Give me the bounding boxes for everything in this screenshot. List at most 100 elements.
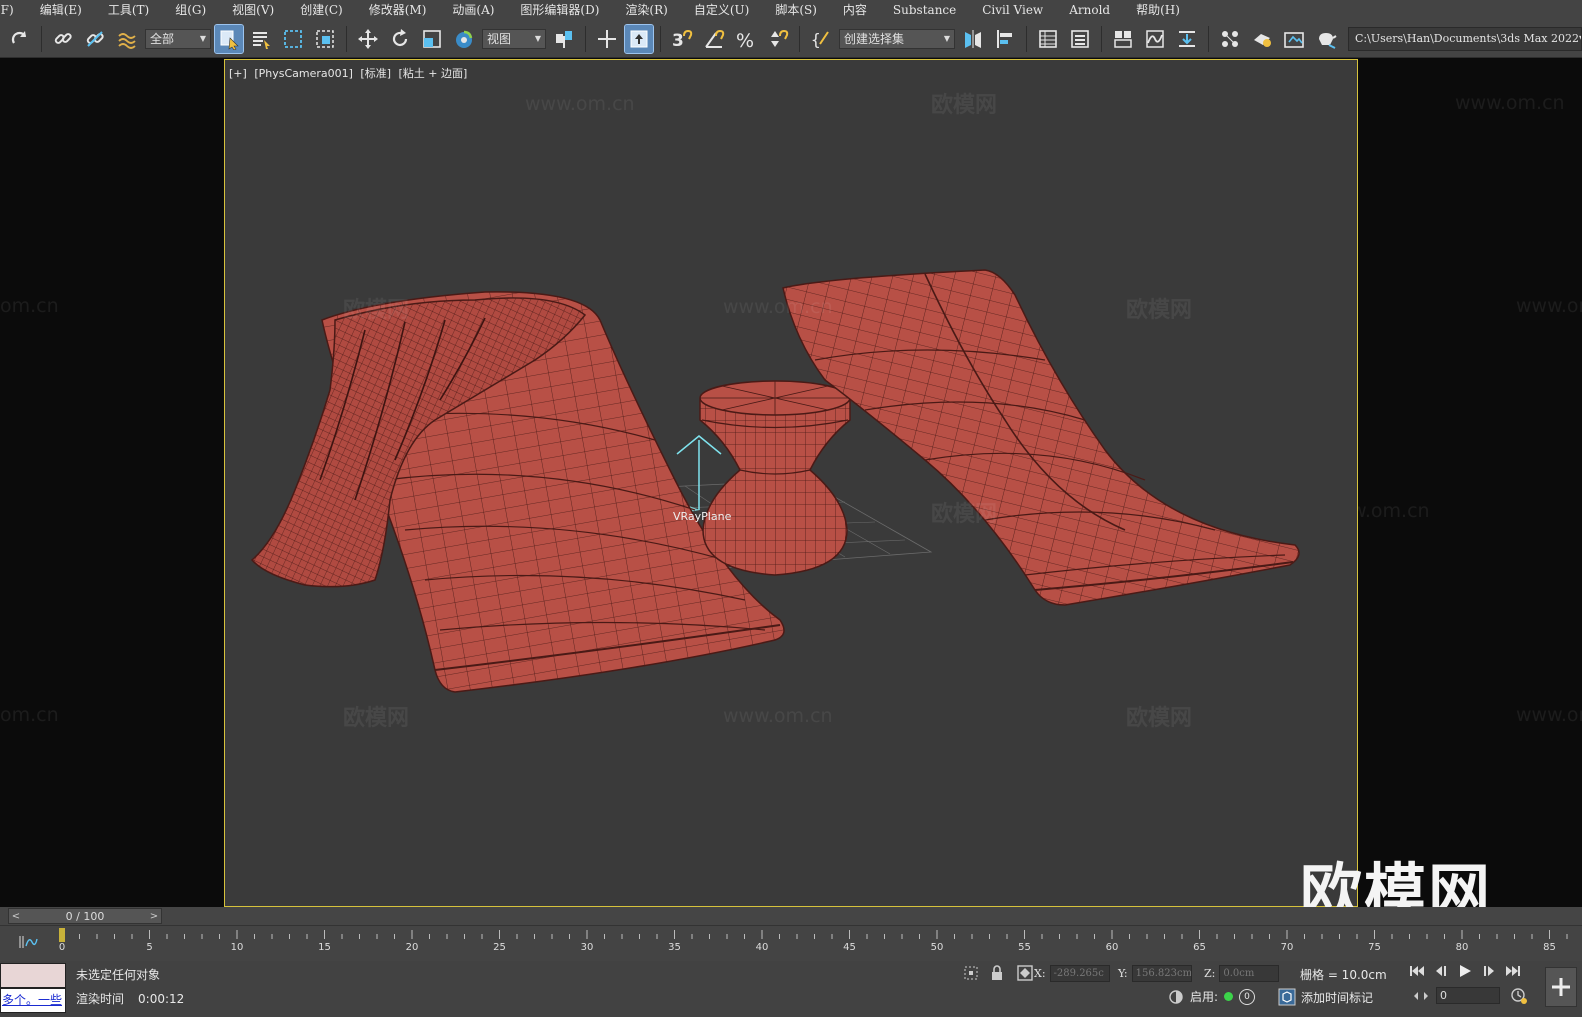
scene-explorer-icon bbox=[1039, 29, 1057, 48]
previous-frame-icon[interactable] bbox=[1432, 963, 1450, 979]
go-to-start-icon[interactable] bbox=[1408, 963, 1426, 979]
edit-named-selection-button[interactable]: { bbox=[807, 25, 835, 53]
add-time-tag[interactable]: 添加时间标记 bbox=[1278, 988, 1373, 1006]
scene-explorer-button[interactable] bbox=[1034, 25, 1062, 53]
scale-button[interactable] bbox=[418, 25, 446, 53]
link-button[interactable] bbox=[49, 25, 77, 53]
next-frame-icon[interactable] bbox=[1480, 963, 1498, 979]
viewport-label-menu[interactable]: [+] [PhysCamera001] [标准] [粘土 + 边面] bbox=[229, 65, 471, 81]
material-editor-button[interactable] bbox=[1216, 25, 1244, 53]
open-mini-curve-editor-button[interactable] bbox=[18, 934, 38, 950]
chevron-left-icon[interactable]: < bbox=[9, 911, 23, 922]
menu-item[interactable]: Substance bbox=[880, 0, 969, 20]
menu-item[interactable]: 编辑(E) bbox=[27, 0, 95, 20]
select-by-name-button[interactable] bbox=[247, 25, 275, 53]
watermark-url: www.om.cn bbox=[723, 705, 833, 727]
key-mode-toggle-icon[interactable] bbox=[1412, 987, 1430, 1005]
select-object-button[interactable] bbox=[214, 23, 244, 54]
menu-item[interactable]: 修改器(M) bbox=[356, 0, 440, 20]
menu-item[interactable]: Civil View bbox=[969, 0, 1056, 20]
select-cursor-icon bbox=[220, 30, 239, 50]
menu-item[interactable]: 组(G) bbox=[162, 0, 219, 20]
time-slider[interactable]: < 0 / 100 > bbox=[8, 908, 162, 924]
rotate-button[interactable] bbox=[386, 25, 414, 53]
viewport-area: om.cn om.cn www.om.cn www.om.cn www.om.c… bbox=[0, 59, 1582, 939]
time-configuration-icon[interactable] bbox=[1510, 987, 1528, 1005]
menu-item[interactable]: 图形编辑器(D) bbox=[507, 0, 612, 20]
viewport-camera-menu[interactable]: [PhysCamera001] bbox=[254, 67, 353, 80]
x-label: X: bbox=[1034, 966, 1046, 980]
curve-editor-button[interactable] bbox=[1141, 25, 1169, 53]
stool[interactable] bbox=[699, 380, 851, 576]
redo-button[interactable] bbox=[6, 25, 34, 53]
menu-item[interactable]: 帮助(H) bbox=[1123, 0, 1193, 20]
toggle-ribbon-button[interactable] bbox=[1109, 25, 1137, 53]
ribbon-icon bbox=[1114, 30, 1132, 48]
viewport-general-menu[interactable]: [+] bbox=[229, 67, 247, 80]
set-key-button[interactable] bbox=[1545, 967, 1577, 1007]
x-coordinate-field[interactable]: -289.265c bbox=[1049, 964, 1110, 982]
absolute-mode-icon[interactable] bbox=[1016, 964, 1034, 982]
degradation-icon[interactable] bbox=[1168, 989, 1184, 1005]
project-folder-path[interactable]: C:\Users\Han\Documents\3ds Max 2022▼ bbox=[1348, 26, 1582, 51]
chevron-right-icon[interactable]: > bbox=[147, 911, 161, 922]
window-crossing-button[interactable] bbox=[311, 25, 339, 53]
angle-snap-button[interactable] bbox=[700, 25, 728, 53]
named-selection-set-dropdown[interactable]: 创建选择集 ▼ bbox=[839, 28, 955, 49]
right-lounger[interactable] bbox=[782, 269, 1300, 606]
bind-spacewarp-button[interactable] bbox=[113, 25, 141, 53]
keyboard-shortcut-override-button[interactable] bbox=[624, 23, 654, 54]
rectangular-selection-button[interactable] bbox=[279, 25, 307, 53]
go-to-end-icon[interactable] bbox=[1504, 963, 1522, 979]
viewport-shading-menu[interactable]: [粘土 + 边面] bbox=[399, 67, 468, 80]
placement-button[interactable] bbox=[450, 25, 478, 53]
menu-item[interactable]: 动画(A) bbox=[439, 0, 507, 20]
selection-filter-dropdown[interactable]: 全部 ▼ bbox=[145, 28, 211, 49]
pivot-center-button[interactable] bbox=[550, 25, 578, 53]
track-bar[interactable]: 0 5 10 15 20 25 30 35 40 45 50 55 60 65 70 75 80 85 bbox=[0, 925, 1582, 961]
mirror-button[interactable] bbox=[959, 25, 987, 53]
lock-icon[interactable] bbox=[988, 964, 1006, 982]
perspective-viewport[interactable]: VRayPlane [+] [PhysCamera001] [标准] [粘土 +… bbox=[224, 59, 1358, 907]
viewport-mode-menu[interactable]: [标准] bbox=[360, 67, 391, 80]
menu-item[interactable]: 脚本(S) bbox=[762, 0, 830, 20]
frame-tick-label: 55 bbox=[1018, 942, 1031, 953]
manipulate-icon bbox=[598, 29, 616, 48]
time-slider-value: 0 / 100 bbox=[65, 909, 105, 923]
rendered-frame-window-button[interactable] bbox=[1280, 25, 1308, 53]
maxscript-listener-bottom[interactable]: 多个。一些 bbox=[0, 988, 66, 1013]
menu-item[interactable]: 自定义(U) bbox=[681, 0, 762, 20]
menu-item[interactable]: (F) bbox=[0, 0, 27, 20]
unlink-button[interactable] bbox=[81, 25, 109, 53]
play-icon[interactable] bbox=[1456, 963, 1474, 979]
menu-item[interactable]: 创建(C) bbox=[287, 0, 356, 20]
select-manipulate-button[interactable] bbox=[593, 25, 621, 53]
enable-count-badge[interactable]: 0 bbox=[1239, 988, 1256, 1005]
snaps-toggle-button[interactable]: 3 bbox=[668, 25, 696, 53]
schematic-view-button[interactable] bbox=[1173, 25, 1201, 53]
watermark-text: 欧模网 bbox=[343, 298, 410, 323]
spinner-snap-button[interactable] bbox=[764, 25, 792, 53]
render-production-button[interactable] bbox=[1312, 25, 1340, 53]
current-frame-field[interactable]: 0 bbox=[1436, 987, 1500, 1004]
render-setup-button[interactable] bbox=[1248, 25, 1276, 53]
menu-item[interactable]: Arnold bbox=[1056, 0, 1123, 20]
layer-explorer-button[interactable] bbox=[1066, 25, 1094, 53]
move-button[interactable] bbox=[354, 25, 382, 53]
frame-tick-label: 50 bbox=[931, 942, 944, 953]
menu-item[interactable]: 视图(V) bbox=[219, 0, 287, 20]
z-coordinate-field[interactable]: 0.0cm bbox=[1219, 964, 1280, 982]
isolate-selection-icon[interactable] bbox=[962, 964, 980, 982]
percent-snap-button[interactable]: % bbox=[732, 25, 760, 53]
vrayplane-label: VRayPlane bbox=[673, 510, 732, 523]
align-button[interactable] bbox=[991, 25, 1019, 53]
menu-item[interactable]: 工具(T) bbox=[95, 0, 162, 20]
maxscript-mini-listener[interactable]: 多个。一些 bbox=[0, 963, 66, 1013]
menu-item[interactable]: 渲染(R) bbox=[612, 0, 680, 20]
y-coordinate-field[interactable]: 156.823cm bbox=[1131, 964, 1192, 982]
reference-coordinate-dropdown[interactable]: 视图 ▼ bbox=[482, 28, 546, 49]
menu-item[interactable]: 内容 bbox=[830, 0, 880, 20]
maxscript-listener-top[interactable] bbox=[0, 963, 66, 988]
current-frame-marker[interactable] bbox=[59, 928, 65, 942]
watermark-url: www.om.cn bbox=[723, 296, 833, 318]
